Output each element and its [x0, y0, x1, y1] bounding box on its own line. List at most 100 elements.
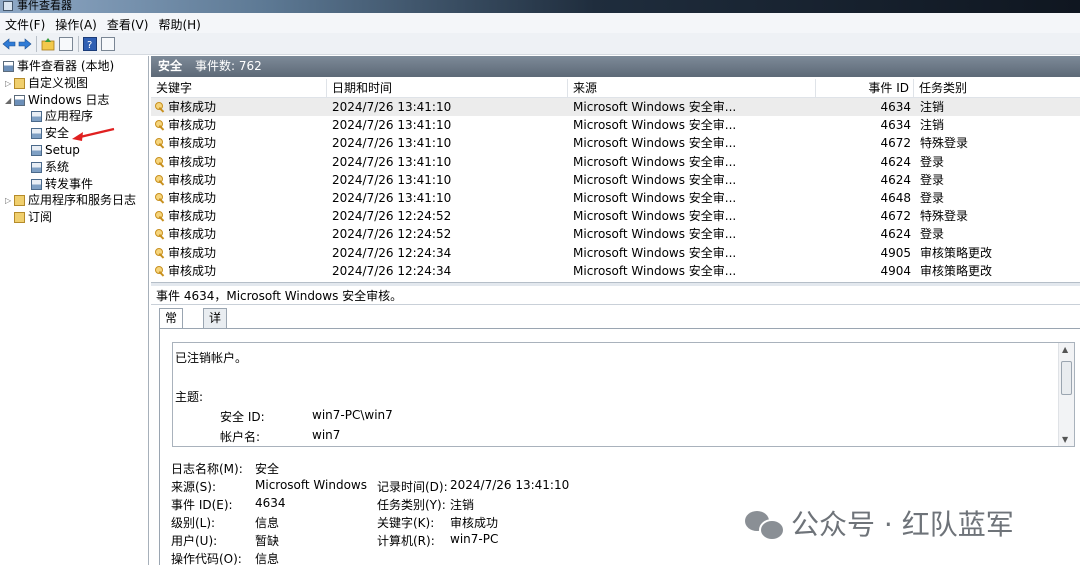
cell-datetime: 2024/7/26 12:24:52 — [332, 207, 566, 225]
table-row[interactable]: 审核成功 2024/7/26 13:41:10 Microsoft Windows … — [151, 171, 1080, 189]
log-header-bar: 安全 事件数: 762 — [151, 56, 1080, 77]
forward-arrow-icon[interactable] — [18, 37, 32, 51]
message-scrollbar[interactable]: ▲ ▼ — [1058, 343, 1074, 446]
prop-computer-label: 计算机(R): — [377, 534, 435, 548]
cell-keyword: 审核成功 — [155, 244, 325, 262]
cell-event-id: 4624 — [816, 153, 911, 171]
events-table: 关键字 日期和时间 来源 事件 ID 任务类别 审核成功 2024/7/26 13… — [151, 79, 1080, 282]
table-row[interactable]: 审核成功 2024/7/26 12:24:34 Microsoft Windows … — [151, 262, 1080, 280]
cell-event-id: 4904 — [816, 262, 911, 280]
audit-key-icon — [155, 120, 165, 130]
column-header-keyword[interactable]: 关键字 — [151, 79, 327, 98]
prop-opcode-value: 信息 — [255, 552, 280, 565]
cell-event-id-text: 4648 — [880, 191, 911, 205]
cell-task-category: 登录 — [920, 171, 1078, 189]
cell-source-text: Microsoft Windows 安全审... — [573, 209, 737, 224]
watermark-text: 公众号 · 红队蓝军 — [791, 508, 1014, 541]
tree-item-label: 系统 — [45, 160, 70, 174]
cell-source: Microsoft Windows 安全审... — [573, 262, 814, 280]
folder-up-icon[interactable] — [41, 37, 55, 51]
cell-keyword-text: 审核成功 — [168, 245, 217, 260]
wechat-icon — [745, 509, 785, 541]
menu-file[interactable]: 文件(F) — [0, 13, 50, 33]
cell-task-category: 审核策略更改 — [920, 262, 1078, 280]
column-header-event-id[interactable]: 事件 ID — [816, 79, 914, 98]
expand-icon[interactable]: ▷ — [5, 75, 14, 92]
cell-source-text: Microsoft Windows 安全审... — [573, 227, 737, 242]
tree-item-forwarded-events[interactable]: 转发事件 — [31, 176, 93, 193]
scroll-up-icon[interactable]: ▲ — [1062, 345, 1068, 354]
cell-datetime-text: 2024/7/26 12:24:34 — [332, 245, 452, 260]
tree-item-application[interactable]: 应用程序 — [31, 108, 93, 125]
cell-datetime-text: 2024/7/26 13:41:10 — [332, 191, 452, 205]
log-icon — [31, 128, 42, 139]
menu-bar: 文件(F) 操作(A) 查看(V) 帮助(H) — [0, 13, 1080, 33]
tree-item-windows-logs[interactable]: ◢ Windows 日志 — [5, 92, 109, 109]
tab-general[interactable]: 常规 — [159, 308, 184, 344]
cell-task-category: 审核策略更改 — [920, 244, 1078, 262]
cell-event-id: 4634 — [816, 116, 911, 134]
scroll-thumb[interactable] — [1061, 361, 1072, 395]
expand-icon[interactable]: ▷ — [5, 192, 14, 209]
tree-item-custom-views[interactable]: ▷ 自定义视图 — [5, 75, 88, 92]
cell-keyword-text: 审核成功 — [168, 227, 217, 242]
log-folder-icon — [14, 95, 25, 106]
scroll-down-icon[interactable]: ▼ — [1062, 435, 1068, 444]
cell-datetime-text: 2024/7/26 13:41:10 — [332, 136, 452, 151]
table-row[interactable]: 审核成功 2024/7/26 13:41:10 Microsoft Windows … — [151, 153, 1080, 171]
prop-user-label: 用户(U): — [171, 534, 218, 548]
cell-task-category: 注销 — [920, 116, 1078, 134]
tree-item-app-service-logs[interactable]: ▷ 应用程序和服务日志 — [5, 192, 136, 209]
audit-key-icon — [155, 211, 165, 221]
cell-event-id-text: 4905 — [880, 245, 911, 260]
pane-icon[interactable] — [59, 37, 73, 51]
message-account-label: 帐户名: — [220, 430, 261, 444]
cell-datetime: 2024/7/26 13:41:10 — [332, 153, 566, 171]
cell-task-category-text: 登录 — [920, 191, 945, 205]
column-header-source[interactable]: 来源 — [568, 79, 816, 98]
tree-item-subscriptions[interactable]: 订阅 — [14, 209, 52, 226]
divider — [151, 304, 1080, 305]
table-row[interactable]: 审核成功 2024/7/26 12:24:34 Microsoft Windows … — [151, 244, 1080, 262]
table-row[interactable]: 审核成功 2024/7/26 13:41:10 Microsoft Windows … — [151, 189, 1080, 207]
toolbar-separator — [78, 36, 79, 52]
prop-task-label: 任务类别(Y): — [377, 498, 446, 512]
collapse-icon[interactable]: ◢ — [5, 92, 14, 109]
cell-keyword: 审核成功 — [155, 207, 325, 225]
pane-icon[interactable] — [101, 37, 115, 51]
cell-event-id-text: 4904 — [880, 263, 911, 278]
cell-datetime-text: 2024/7/26 12:24:34 — [332, 263, 452, 278]
cell-source-text: Microsoft Windows 安全审... — [573, 245, 737, 260]
table-row[interactable]: 审核成功 2024/7/26 13:41:10 Microsoft Windows … — [151, 116, 1080, 134]
tree-item-label: Setup — [45, 143, 80, 157]
cell-source-text: Microsoft Windows 安全审... — [573, 154, 737, 169]
audit-key-icon — [155, 229, 165, 239]
cell-datetime: 2024/7/26 13:41:10 — [332, 134, 566, 152]
menu-action[interactable]: 操作(A) — [50, 13, 102, 33]
table-row[interactable]: 审核成功 2024/7/26 13:41:10 Microsoft Windows … — [151, 134, 1080, 152]
back-arrow-icon[interactable] — [2, 37, 16, 51]
cell-datetime-text: 2024/7/26 12:24:52 — [332, 227, 452, 242]
table-row[interactable]: 审核成功 2024/7/26 13:41:10 Microsoft Windows … — [151, 98, 1080, 117]
help-icon[interactable]: ? — [83, 37, 97, 51]
cell-keyword-text: 审核成功 — [168, 172, 217, 187]
column-header-task-category[interactable]: 任务类别 — [914, 79, 1080, 98]
column-header-datetime[interactable]: 日期和时间 — [327, 79, 568, 98]
table-row[interactable]: 审核成功 2024/7/26 12:24:52 Microsoft Windows … — [151, 225, 1080, 243]
tree-root[interactable]: 事件查看器 (本地) — [3, 58, 114, 75]
audit-key-icon — [155, 102, 165, 112]
event-message-box[interactable]: 已注销帐户。 主题: 安全 ID: win7-PC\win7 帐户名: win7… — [172, 342, 1075, 447]
prop-opcode-label: 操作代码(O): — [171, 552, 242, 565]
cell-event-id-text: 4624 — [880, 172, 911, 187]
menu-view[interactable]: 查看(V) — [102, 13, 154, 33]
cell-event-id-text: 4672 — [880, 136, 911, 151]
cell-datetime: 2024/7/26 13:41:10 — [332, 98, 566, 116]
tab-details[interactable]: 详细信息 — [203, 308, 228, 382]
tree-item-system[interactable]: 系统 — [31, 159, 69, 176]
cell-source-text: Microsoft Windows 安全审... — [573, 118, 737, 133]
menu-help[interactable]: 帮助(H) — [153, 13, 205, 33]
cell-task-category: 登录 — [920, 189, 1078, 207]
table-row[interactable]: 审核成功 2024/7/26 12:24:52 Microsoft Windows … — [151, 207, 1080, 225]
cell-task-category: 注销 — [920, 98, 1078, 116]
tree-item-security[interactable]: 安全 — [31, 125, 69, 142]
